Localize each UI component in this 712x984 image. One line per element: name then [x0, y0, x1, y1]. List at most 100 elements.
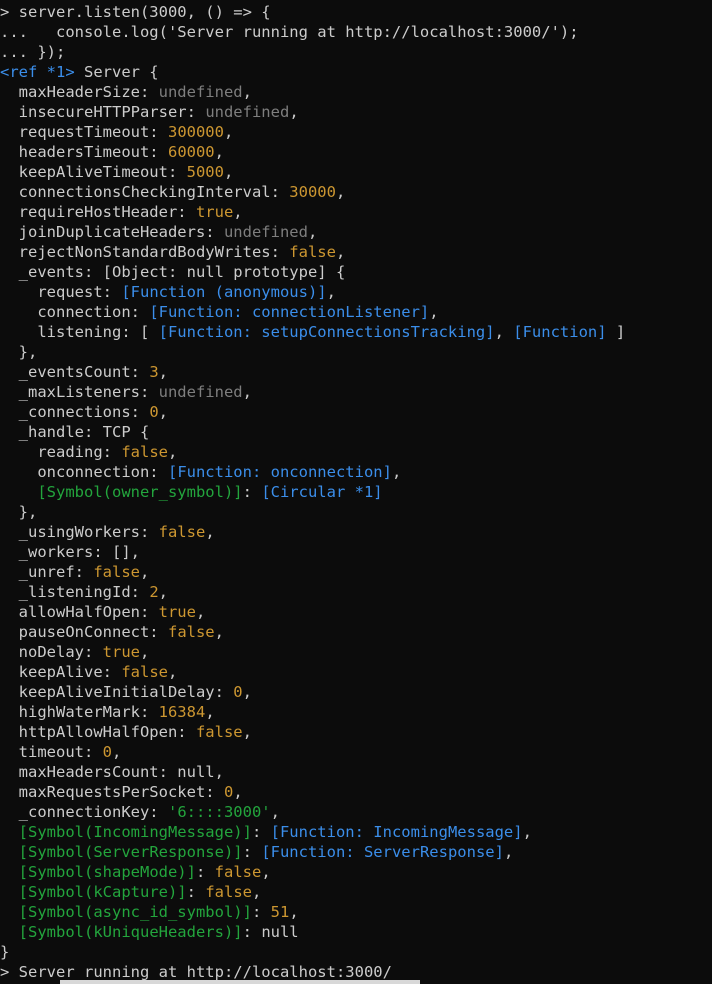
terminal-text-span: ,: [223, 163, 234, 181]
terminal-text-span: [0, 883, 19, 901]
terminal-text-span: _events: [Object: null prototype] {: [0, 263, 346, 281]
terminal-text-span: Server {: [74, 63, 159, 81]
terminal-text-span: ,: [233, 783, 243, 801]
terminal-text-span: ,: [391, 463, 402, 481]
terminal-text-span: _listeningId:: [0, 583, 150, 601]
terminal-line: keepAliveTimeout: 5000,: [0, 162, 712, 182]
terminal-text-span: undefined: [158, 383, 243, 401]
terminal-line: _handle: TCP {: [0, 422, 712, 442]
terminal-text-span: true: [102, 643, 140, 661]
terminal-line: },: [0, 342, 712, 362]
terminal-text-span: 0: [233, 683, 243, 701]
terminal-line: }: [0, 942, 712, 962]
terminal-line: timeout: 0,: [0, 742, 712, 762]
terminal-text-span: ,: [168, 663, 178, 681]
terminal-text-span: :: [195, 863, 215, 881]
terminal-line: maxRequestsPerSocket: 0,: [0, 782, 712, 802]
terminal-line: > Server running at http://localhost:300…: [0, 962, 712, 982]
terminal-line: [Symbol(kUniqueHeaders)]: null: [0, 922, 712, 942]
terminal-text-span: joinDuplicateHeaders:: [0, 223, 224, 241]
terminal-text-span: headersTimeout:: [0, 143, 168, 161]
terminal-text-span: true: [195, 203, 234, 221]
terminal-text-span: listening: [: [0, 323, 159, 341]
terminal-line: rejectNonStandardBodyWrites: false,: [0, 242, 712, 262]
terminal-line: <ref *1> Server {: [0, 62, 712, 82]
terminal-text-span: },: [0, 343, 38, 361]
terminal-text-span: [0, 863, 19, 881]
terminal-line: requireHostHeader: true,: [0, 202, 712, 222]
terminal-text-span: ,: [242, 83, 252, 101]
terminal-text-span: [Function: connectionListener]: [149, 303, 430, 321]
terminal-text-span: ,: [214, 623, 224, 641]
terminal-line: connectionsCheckingInterval: 30000,: [0, 182, 712, 202]
terminal-text-span: ,: [205, 523, 215, 541]
terminal-line: keepAliveInitialDelay: 0,: [0, 682, 712, 702]
terminal-text-span: maxHeaderSize:: [0, 83, 159, 101]
terminal-line: maxHeaderSize: undefined,: [0, 82, 712, 102]
terminal-text-span: [0, 843, 19, 861]
terminal-text-span: ]: [606, 323, 626, 341]
terminal-line: pauseOnConnect: false,: [0, 622, 712, 642]
terminal-line: keepAlive: false,: [0, 662, 712, 682]
terminal-text-span: ,: [429, 303, 439, 321]
terminal-text-span: 0: [223, 783, 234, 801]
terminal-text-span: reading:: [0, 443, 122, 461]
terminal-line: maxHeadersCount: null,: [0, 762, 712, 782]
terminal-text-span: ,: [326, 283, 336, 301]
terminal-text-span: rejectNonStandardBodyWrites:: [0, 243, 290, 261]
terminal-line: _unref: false,: [0, 562, 712, 582]
terminal-text-span: [Symbol(shapeMode)]: [18, 863, 196, 881]
terminal-text-span: [Symbol(async_id_symbol)]: [18, 903, 252, 921]
terminal-line: _usingWorkers: false,: [0, 522, 712, 542]
terminal-text-span: ,: [168, 443, 178, 461]
terminal-text-span: _usingWorkers:: [0, 523, 159, 541]
terminal-text-span: _eventsCount:: [0, 363, 150, 381]
terminal-text-span: connectionsCheckingInterval:: [0, 183, 290, 201]
terminal-text-span: ... console.log('Server running at http:…: [0, 23, 579, 41]
terminal-line: > server.listen(3000, () => {: [0, 2, 712, 22]
terminal-text-span: [Function (anonymous)]: [121, 283, 327, 301]
terminal-line: _workers: [],: [0, 542, 712, 562]
terminal-text-span: false: [93, 563, 140, 581]
terminal-line: _listeningId: 2,: [0, 582, 712, 602]
terminal-text-span: keepAlive:: [0, 663, 122, 681]
terminal-text-span: undefined: [205, 103, 290, 121]
terminal-text-span: false: [158, 523, 206, 541]
terminal-text-span: false: [195, 723, 243, 741]
terminal-text-span: [Symbol(kCapture)]: [18, 883, 187, 901]
terminal-text-span: ,: [195, 603, 206, 621]
terminal-text-span: ,: [242, 683, 252, 701]
terminal-text-span: _handle: TCP {: [0, 423, 150, 441]
terminal-text-span: [Symbol(ServerResponse)]: [18, 843, 243, 861]
terminal-line: _eventsCount: 3,: [0, 362, 712, 382]
terminal-text-span: :: [242, 923, 262, 941]
terminal-text-span: :: [251, 903, 271, 921]
terminal-text-span: noDelay:: [0, 643, 103, 661]
terminal-text-span: ,: [522, 823, 532, 841]
terminal-text-span: <ref *1>: [0, 63, 75, 81]
terminal-text-span: 2: [149, 583, 159, 601]
terminal-text-span: ,: [307, 223, 318, 241]
terminal-window[interactable]: > server.listen(3000, () => {... console…: [0, 0, 712, 984]
terminal-text-span: ,: [335, 183, 346, 201]
terminal-text-span: :: [242, 483, 262, 501]
terminal-text-span: ,: [214, 143, 224, 161]
terminal-text-span: keepAliveTimeout:: [0, 163, 187, 181]
terminal-line: onconnection: [Function: onconnection],: [0, 462, 712, 482]
terminal-line: _maxListeners: undefined,: [0, 382, 712, 402]
terminal-text-span: false: [121, 443, 168, 461]
terminal-line: ... });: [0, 42, 712, 62]
terminal-line: },: [0, 502, 712, 522]
terminal-text-span: ,: [261, 863, 271, 881]
terminal-text-span: [Function: setupConnectionsTracking]: [158, 323, 495, 341]
terminal-line: _events: [Object: null prototype] {: [0, 262, 712, 282]
terminal-line: [Symbol(owner_symbol)]: [Circular *1]: [0, 482, 712, 502]
terminal-text-span: [Function: IncomingMessage]: [270, 823, 523, 841]
terminal-text-span: undefined: [158, 83, 243, 101]
terminal-text-span: connection:: [0, 303, 150, 321]
terminal-line: headersTimeout: 60000,: [0, 142, 712, 162]
terminal-text-span: [Symbol(owner_symbol)]: [37, 483, 243, 501]
terminal-text-span: [Function]: [513, 323, 607, 341]
terminal-text-span: false: [205, 883, 252, 901]
terminal-text-span: 0: [102, 743, 112, 761]
